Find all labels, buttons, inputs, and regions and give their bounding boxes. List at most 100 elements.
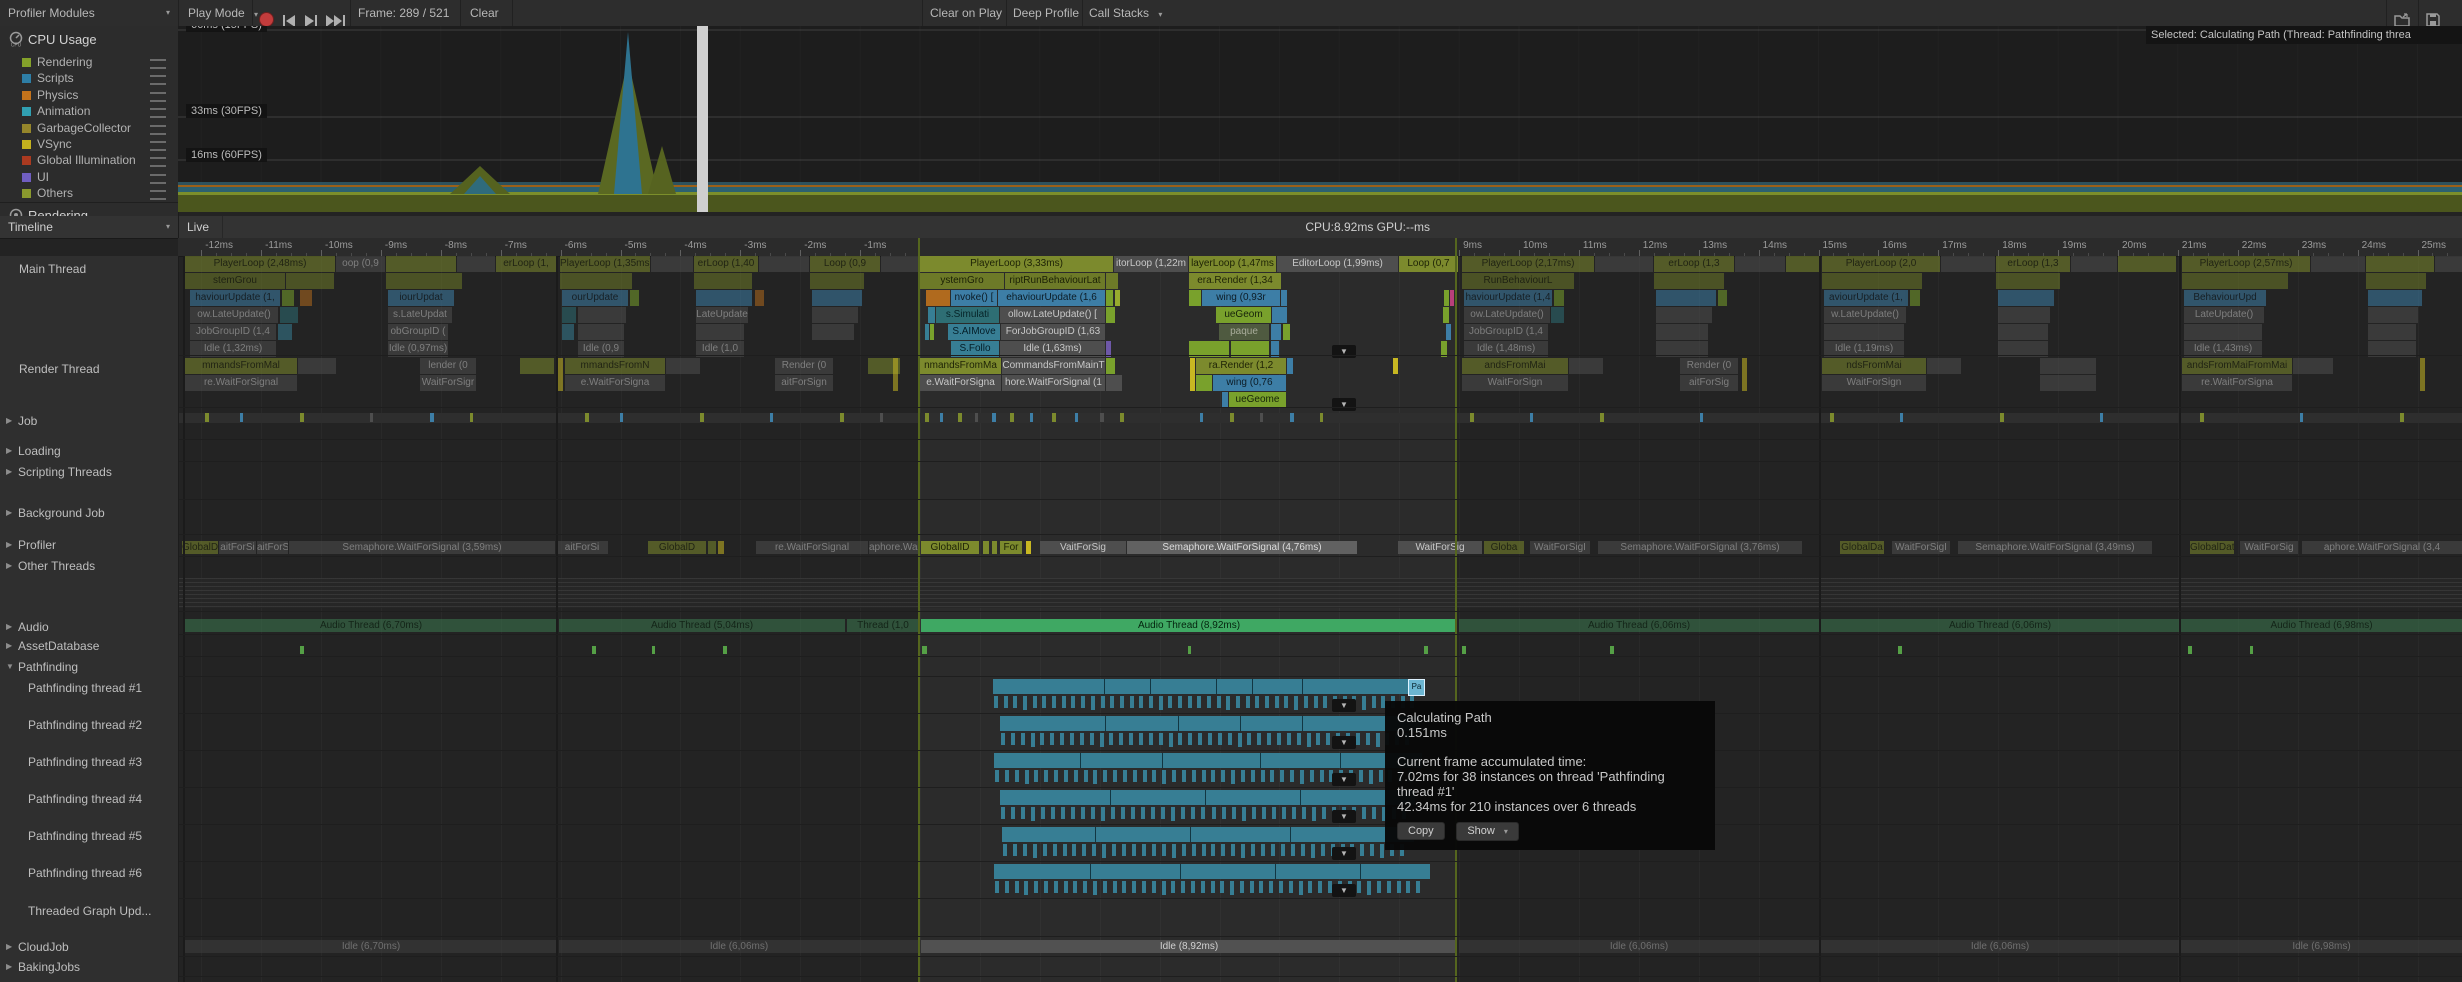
job-sample[interactable] [1200,413,1203,422]
timeline-sample[interactable] [562,324,574,340]
pathfinding-sample[interactable] [1003,844,1007,856]
timeline-sample[interactable] [298,358,336,374]
timeline-sample[interactable]: WaitForSig [2240,541,2298,554]
pathfinding-sample[interactable] [1311,844,1315,858]
pathfinding-sample[interactable] [1113,881,1117,893]
timeline-sample[interactable]: WaitForSigr [420,375,476,391]
thread-row-threaded-graph-upd-[interactable]: Threaded Graph Upd... [0,899,178,937]
pathfinding-samples-bar[interactable] [993,679,1423,694]
drag-handle-icon[interactable] [150,125,166,135]
pathfinding-sample[interactable] [1061,807,1065,819]
job-sample[interactable] [1010,413,1014,422]
pathfinding-sample[interactable] [1230,881,1234,895]
timeline-sample[interactable]: aitForSign [775,375,833,391]
cpu-usage-chart[interactable]: 66ms (15FPS) 33ms (30FPS) 16ms (60FPS) [178,26,2462,212]
assetdatabase-sample[interactable] [300,646,304,654]
pathfinding-sample[interactable] [1159,733,1163,745]
thread-row-cloudjob[interactable]: ▶CloudJob [0,937,178,957]
timeline-sample[interactable] [718,541,724,554]
timeline-sample[interactable]: PlayerLoop (2,48ms) [185,256,335,272]
pathfinding-sample[interactable] [1080,733,1084,745]
timeline-sample[interactable] [1450,290,1454,306]
thread-row-pathfinding-thread-4[interactable]: Pathfinding thread #4 [0,788,178,825]
pathfinding-sample[interactable] [1226,696,1230,710]
timeline-sample[interactable] [1283,324,1290,340]
pathfinding-sample[interactable] [1376,733,1380,747]
thread-row-main-thread[interactable]: Main Thread [0,256,178,356]
pathfinding-sample[interactable] [1131,807,1135,819]
timeline-sample[interactable] [2366,273,2426,289]
job-sample[interactable] [240,413,243,422]
timeline-sample[interactable] [881,256,919,272]
pathfinding-sample[interactable] [1294,696,1298,710]
pathfinding-sample[interactable] [995,881,999,893]
pathfinding-sample[interactable] [1005,770,1009,782]
pathfinding-sample[interactable] [1362,807,1366,819]
pathfinding-sample[interactable] [1142,881,1146,893]
thread-row-assetdatabase[interactable]: ▶AssetDatabase [0,635,178,657]
timeline-sample[interactable] [708,541,716,554]
foldout-closed-icon[interactable]: ▶ [6,540,12,549]
pathfinding-sample[interactable] [1316,733,1320,745]
pathfinding-sample[interactable] [1168,696,1172,708]
job-sample[interactable] [470,413,473,422]
job-sample[interactable] [1230,413,1234,422]
timeline-sample[interactable]: CommandsFromMainT [1002,358,1105,374]
pathfinding-sample[interactable] [1139,696,1143,708]
pathfinding-sample[interactable] [1031,807,1035,821]
timeline-sample[interactable]: Semaphore.WaitForSignal (4,76ms) [1127,541,1357,554]
pathfinding-sample[interactable] [1275,696,1279,708]
pathfinding-sample[interactable] [1289,881,1293,893]
pathfinding-sample[interactable] [1261,770,1265,782]
pathfinding-sample[interactable] [1044,881,1048,893]
timeline-sample[interactable]: Idle (8,92ms) [921,940,1457,953]
thread-row-pathfinding-thread-6[interactable]: Pathfinding thread #6 [0,862,178,899]
drag-handle-icon[interactable] [150,141,166,151]
pathfinding-sample[interactable] [1362,696,1366,710]
timeline-sample[interactable] [578,307,626,323]
job-sample[interactable] [1530,413,1533,422]
drag-handle-icon[interactable] [150,75,166,85]
pathfinding-sample[interactable] [1081,696,1085,708]
expand-samples-button[interactable]: ▼ [1332,884,1356,897]
timeline-sample[interactable] [1444,290,1449,306]
timeline-sample[interactable]: aphore.WaitForSignal (2,13 [869,541,919,554]
pathfinding-sample[interactable] [1071,696,1075,708]
timeline-sample[interactable]: PlayerLoop (1,35ms) [560,256,650,272]
pathfinding-sample[interactable] [1034,881,1038,893]
timeline-sample[interactable]: Audio Thread (5,04ms) [559,619,845,632]
timeline-sample[interactable] [930,324,934,340]
pathfinding-sample[interactable] [1231,844,1235,856]
live-button[interactable]: Live [187,216,209,238]
pathfinding-sample[interactable] [1217,696,1221,708]
pathfinding-sample[interactable] [1123,770,1127,782]
timeline-sample[interactable] [1106,375,1122,391]
pathfinding-sample[interactable] [1001,733,1005,745]
job-sample[interactable] [2000,413,2004,422]
expand-samples-button[interactable]: ▼ [1332,736,1356,749]
pathfinding-sample[interactable] [1033,844,1037,858]
pathfinding-sample[interactable] [1103,881,1107,893]
pathfinding-sample[interactable] [1308,881,1312,893]
assetdatabase-sample[interactable] [723,646,727,654]
pathfinding-sample[interactable] [1192,770,1196,782]
current-frame-playhead[interactable] [697,26,708,212]
job-sample[interactable] [1900,413,1903,422]
timeline-sample[interactable] [666,358,700,374]
timeline-sample[interactable] [893,358,898,391]
timeline-sample[interactable]: ra.Render (1,2 [1196,358,1286,374]
timeline-sample[interactable] [1554,290,1564,306]
timeline-sample[interactable] [1446,324,1451,340]
pathfinding-sample[interactable] [1236,696,1240,708]
pathfinding-sample[interactable] [1320,770,1324,782]
timeline-sample[interactable] [2368,324,2416,340]
timeline-sample[interactable]: Audio Thread (6,06ms) [1821,619,2179,632]
pathfinding-sample[interactable] [1299,881,1303,895]
pathfinding-sample[interactable] [1181,807,1185,819]
rendering-module-title[interactable]: Rendering [28,208,88,216]
pathfinding-sample[interactable] [1242,807,1246,821]
pathfinding-sample[interactable] [1093,881,1097,895]
pathfinding-sample[interactable] [1021,807,1025,819]
foldout-closed-icon[interactable]: ▶ [6,446,12,455]
pathfinding-sample[interactable] [1092,844,1096,856]
